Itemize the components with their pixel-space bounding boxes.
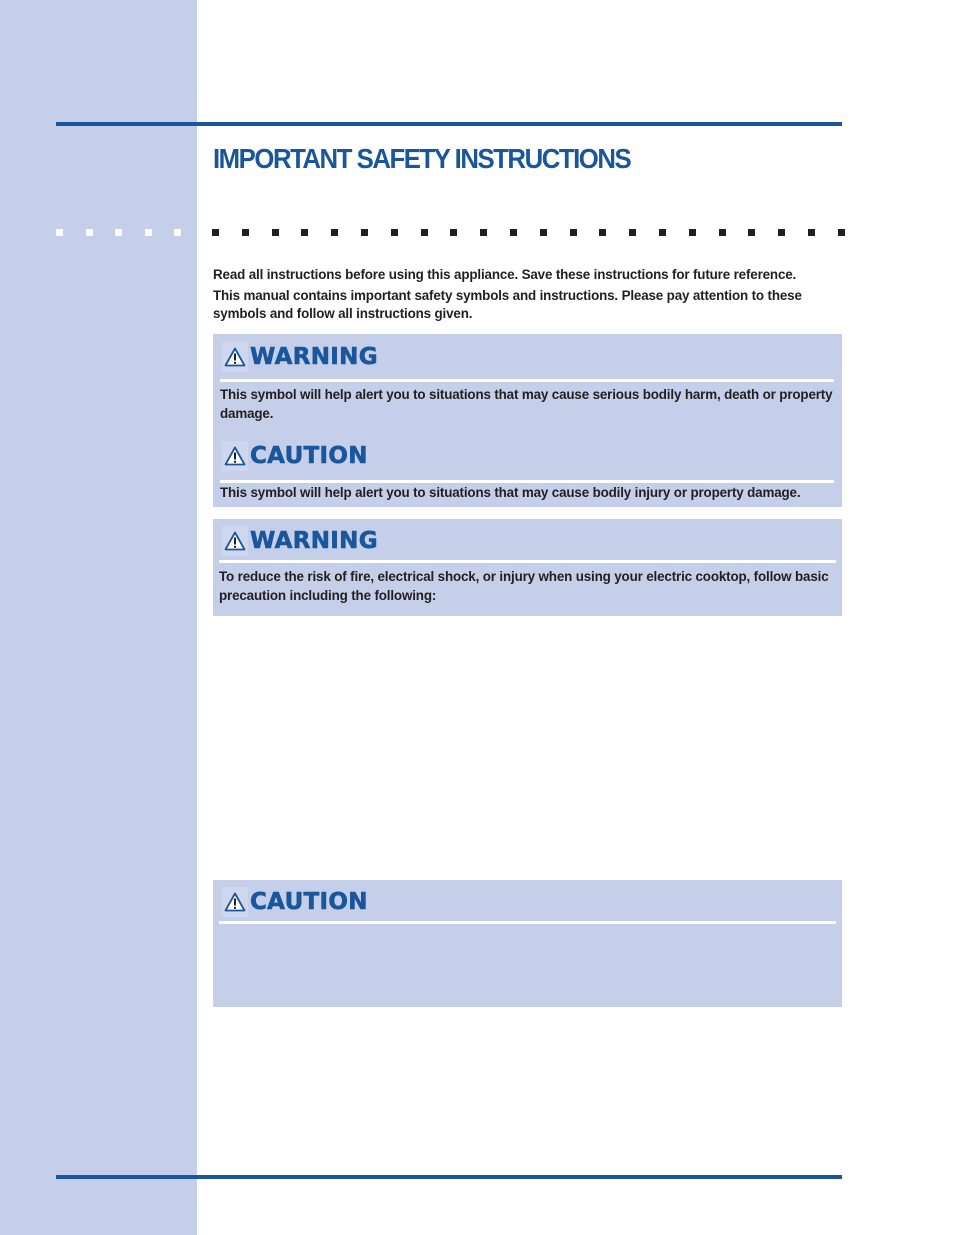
sidebar-band bbox=[0, 0, 197, 1235]
intro-safety-symbols: This manual contains important safety sy… bbox=[213, 288, 802, 321]
separator-dot bbox=[748, 229, 756, 236]
caution-box: CAUTION bbox=[213, 880, 842, 1007]
separator-dot bbox=[115, 229, 123, 236]
separator-dot bbox=[539, 229, 547, 236]
separator-dot bbox=[301, 229, 309, 236]
warning-divider bbox=[220, 379, 834, 382]
warning-triangle-icon bbox=[222, 887, 248, 917]
separator-dot bbox=[480, 229, 488, 236]
separator-dot bbox=[837, 229, 845, 236]
separator-dot bbox=[778, 229, 786, 236]
separator-dot bbox=[659, 229, 666, 236]
warning-label: WARNING bbox=[250, 528, 378, 555]
page-title: IMPORTANT SAFETY INSTRUCTIONS bbox=[213, 143, 632, 174]
separator-dot bbox=[629, 229, 637, 236]
caution-label: CAUTION bbox=[250, 889, 368, 916]
warning-heading: WARNING bbox=[222, 526, 378, 556]
warning-triangle-icon bbox=[222, 526, 248, 556]
separator-dot bbox=[718, 229, 726, 236]
separator-dot bbox=[56, 229, 63, 236]
separator-dot bbox=[808, 229, 815, 236]
bottom-rule bbox=[56, 1175, 842, 1179]
warning-divider bbox=[219, 560, 836, 563]
warning-triangle-icon bbox=[222, 441, 248, 471]
separator-dot bbox=[85, 229, 93, 236]
separator-dot bbox=[450, 229, 458, 236]
separator-dot bbox=[420, 229, 428, 236]
separator-dot bbox=[510, 229, 517, 236]
caution-heading: CAUTION bbox=[222, 887, 368, 917]
separator-dot bbox=[174, 229, 182, 236]
caution-divider bbox=[219, 921, 836, 924]
top-rule bbox=[56, 122, 842, 126]
separator-dot bbox=[331, 229, 339, 236]
caution-label: CAUTION bbox=[250, 443, 368, 470]
separator-dot bbox=[271, 229, 279, 236]
warning-heading: WARNING bbox=[222, 342, 378, 372]
separator-dot bbox=[390, 229, 398, 236]
separator-dot bbox=[599, 229, 607, 236]
warning-description: This symbol will help alert you to situa… bbox=[220, 387, 833, 421]
separator-dot bbox=[569, 229, 577, 236]
intro-read-instructions: Read all instructions before using this … bbox=[213, 267, 797, 282]
separator-dot bbox=[144, 229, 152, 236]
caution-description: This symbol will help alert you to situa… bbox=[220, 485, 801, 500]
separator-dot bbox=[212, 229, 219, 236]
warning-triangle-icon bbox=[222, 342, 248, 372]
dotted-separator bbox=[0, 229, 954, 237]
caution-heading: CAUTION bbox=[222, 441, 368, 471]
separator-dot bbox=[688, 229, 696, 236]
warning-text: To reduce the risk of fire, electrical s… bbox=[219, 569, 829, 603]
fire-shock-warning-box: WARNING To reduce the risk of fire, elec… bbox=[213, 519, 842, 616]
warning-label: WARNING bbox=[250, 344, 378, 371]
separator-dot bbox=[361, 229, 368, 236]
separator-dot bbox=[241, 229, 249, 236]
safety-symbols-box: WARNING This symbol will help alert you … bbox=[213, 334, 842, 507]
